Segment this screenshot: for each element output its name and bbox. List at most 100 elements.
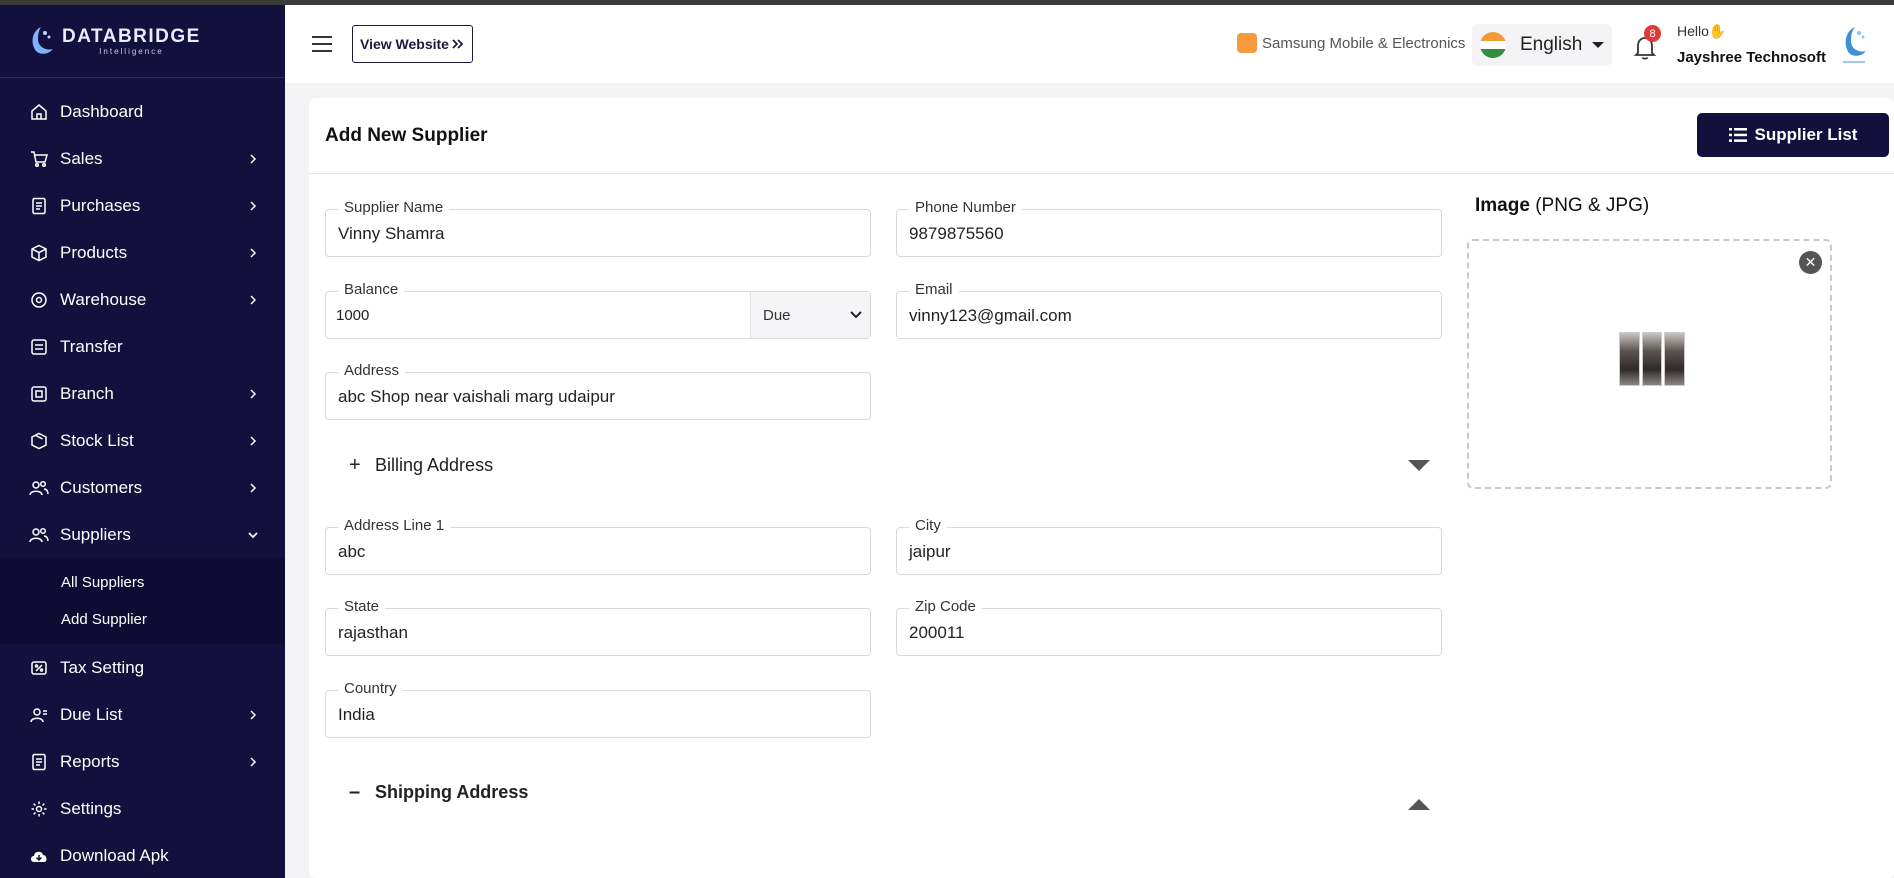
top-header: View Website Samsung Mobile & Electronic… xyxy=(285,5,1894,83)
sidebar-item-tax-setting[interactable]: Tax Setting xyxy=(0,644,285,691)
sidebar-item-download-apk[interactable]: Download Apk xyxy=(0,832,285,878)
store-name: Samsung Mobile & Electronics xyxy=(1262,34,1466,52)
view-website-button[interactable]: View Website xyxy=(352,25,473,63)
phone-number-value: 9879875560 xyxy=(909,224,1004,243)
india-flag-icon xyxy=(1480,32,1506,58)
billing-address-title: Billing Address xyxy=(375,455,494,475)
collapse-arrow-down-icon[interactable] xyxy=(1408,460,1430,471)
sidebar-item-label: Transfer xyxy=(60,336,123,356)
sidebar-item-stock-list[interactable]: Stock List xyxy=(0,417,285,464)
stock-icon xyxy=(28,430,50,452)
plus-icon: + xyxy=(349,454,361,476)
sidebar-item-dashboard[interactable]: Dashboard xyxy=(0,88,285,135)
caret-down-icon xyxy=(1592,42,1605,48)
phone-number-field[interactable]: Phone Number 9879875560 xyxy=(896,199,1442,257)
remove-image-icon[interactable]: ✕ xyxy=(1799,251,1822,274)
brand-name: DATABRIDGE xyxy=(62,25,201,47)
store-selector[interactable]: Samsung Mobile & Electronics xyxy=(1237,33,1465,53)
warehouse-icon xyxy=(28,289,50,311)
sidebar-subitem-add-supplier[interactable]: Add Supplier xyxy=(0,601,285,638)
brand-logo-icon xyxy=(32,27,53,54)
sidebar-item-purchases[interactable]: Purchases xyxy=(0,182,285,229)
sidebar-item-customers[interactable]: Customers xyxy=(0,464,285,511)
sidebar-item-label: Suppliers xyxy=(60,524,131,544)
chevron-right-icon xyxy=(250,294,257,305)
minus-icon: – xyxy=(349,781,361,803)
sidebar-item-label: Tax Setting xyxy=(60,657,145,677)
country-label: Country xyxy=(338,680,403,697)
avatar[interactable] xyxy=(1835,23,1873,67)
box-icon xyxy=(28,242,50,264)
language-dropdown[interactable]: English xyxy=(1472,24,1612,66)
sidebar-item-warehouse[interactable]: Warehouse xyxy=(0,276,285,323)
sidebar-item-label: Download Apk xyxy=(60,845,169,865)
state-value: rajasthan xyxy=(338,623,408,642)
supplier-name-label: Supplier Name xyxy=(338,199,450,216)
collapse-arrow-up-icon[interactable] xyxy=(1408,799,1430,810)
city-field[interactable]: City jaipur xyxy=(896,517,1442,575)
due-icon xyxy=(28,704,50,726)
sidebar-item-label: Customers xyxy=(60,477,143,497)
add-supplier-card: Add New Supplier Supplier List Supplier … xyxy=(309,98,1894,878)
customers-icon xyxy=(28,477,50,499)
sidebar-item-label: Due List xyxy=(60,704,123,724)
country-value: India xyxy=(338,705,375,724)
home-icon xyxy=(28,101,50,123)
chevron-right-icon xyxy=(250,482,257,493)
double-chevron-right-icon xyxy=(452,39,464,49)
balance-type-select[interactable]: Due xyxy=(750,292,870,338)
supplier-list-button[interactable]: Supplier List xyxy=(1697,113,1889,157)
image-hint: (PNG & JPG) xyxy=(1535,195,1650,216)
balance-field[interactable]: Balance 1000 Due xyxy=(325,281,871,339)
zip-code-label: Zip Code xyxy=(909,598,982,615)
sidebar-item-settings[interactable]: Settings xyxy=(0,785,285,832)
address-label: Address xyxy=(338,362,406,379)
shipping-address-toggle[interactable]: – Shipping Address xyxy=(349,781,528,804)
page-title: Add New Supplier xyxy=(325,124,488,146)
sidebar-item-label: Warehouse xyxy=(60,289,147,309)
sidebar-item-sales[interactable]: Sales xyxy=(0,135,285,182)
sidebar-item-suppliers[interactable]: Suppliers xyxy=(0,511,285,558)
balance-type-value: Due xyxy=(763,306,791,324)
phone-number-label: Phone Number xyxy=(909,199,1022,216)
state-field[interactable]: State rajasthan xyxy=(325,598,871,656)
hamburger-menu-icon[interactable] xyxy=(312,36,332,52)
uploaded-image-thumbnail xyxy=(1619,332,1686,386)
address-line1-field[interactable]: Address Line 1 abc xyxy=(325,517,871,575)
sidebar-item-branch[interactable]: Branch xyxy=(0,370,285,417)
user-name[interactable]: Jayshree Technosoft xyxy=(1677,49,1826,66)
tax-icon xyxy=(28,657,50,679)
sidebar-item-products[interactable]: Products xyxy=(0,229,285,276)
brand-logo[interactable]: DATABRIDGE Intelligence xyxy=(0,5,285,78)
chevron-right-icon xyxy=(250,200,257,211)
email-field[interactable]: Email vinny123@gmail.com xyxy=(896,281,1442,339)
sidebar-item-reports[interactable]: Reports xyxy=(0,738,285,785)
sidebar-subitem-all-suppliers[interactable]: All Suppliers xyxy=(0,564,285,601)
sidebar-item-transfer[interactable]: Transfer xyxy=(0,323,285,370)
cart-icon xyxy=(28,148,50,170)
city-value: jaipur xyxy=(909,542,951,561)
sidebar-item-label: Stock List xyxy=(60,430,134,450)
sidebar-item-label: Sales xyxy=(60,148,103,168)
cloud-download-icon xyxy=(28,845,50,867)
chevron-right-icon xyxy=(250,388,257,399)
chevron-right-icon xyxy=(250,153,257,164)
card-header: Add New Supplier xyxy=(309,98,1894,174)
transfer-icon xyxy=(28,336,50,358)
receipt-icon xyxy=(28,195,50,217)
list-icon xyxy=(1728,128,1747,142)
image-dropzone[interactable]: ✕ xyxy=(1467,239,1832,489)
balance-value: 1000 xyxy=(336,307,370,324)
zip-code-field[interactable]: Zip Code 200011 xyxy=(896,598,1442,656)
address-field[interactable]: Address abc Shop near vaishali marg udai… xyxy=(325,362,871,420)
country-field[interactable]: Country India xyxy=(325,680,871,738)
sidebar-item-label: Reports xyxy=(60,751,120,771)
supplier-name-field[interactable]: Supplier Name Vinny Shamra xyxy=(325,199,871,257)
email-label: Email xyxy=(909,281,959,298)
chevron-down-icon xyxy=(850,311,862,319)
sidebar-item-due-list[interactable]: Due List xyxy=(0,691,285,738)
billing-address-toggle[interactable]: + Billing Address xyxy=(349,454,493,477)
suppliers-icon xyxy=(28,524,50,546)
sidebar-item-label: Products xyxy=(60,242,128,262)
store-icon xyxy=(1237,33,1257,53)
